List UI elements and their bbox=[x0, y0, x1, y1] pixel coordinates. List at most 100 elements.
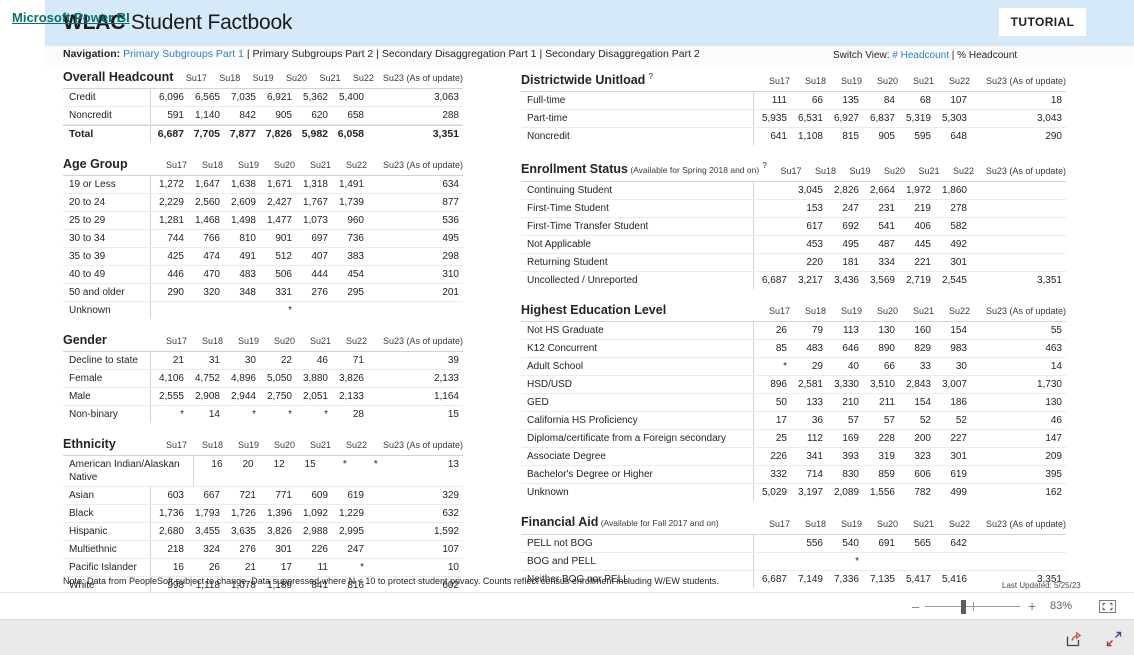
table-row[interactable]: First-Time Student 153 247 231 219 278 bbox=[521, 200, 1066, 219]
cell-su22: * bbox=[373, 459, 378, 470]
table-row[interactable]: Credit 6,096 6,565 7,035 6,921 5,362 5,400 3,06… bbox=[63, 89, 463, 107]
tutorial-button[interactable]: TUTORIAL bbox=[999, 8, 1086, 36]
cell-su21: 226 bbox=[311, 544, 328, 555]
table-row[interactable]: Unknown 5,029 3,197 2,089 1,556 782 499 162 bbox=[521, 484, 1066, 502]
table-row[interactable]: Decline to state 21 31 30 22 46 71 39 bbox=[63, 352, 463, 370]
table-row[interactable]: Part-time 5,935 6,531 6,927 6,837 5,319 5,303 3… bbox=[521, 110, 1066, 129]
cell-su17: 6,687 bbox=[761, 574, 787, 586]
cell-su17: 4,106 bbox=[158, 373, 184, 384]
cell-su18 bbox=[790, 553, 826, 557]
cell-su18: 474 bbox=[203, 251, 220, 262]
zoom-slider-thumb[interactable] bbox=[961, 600, 966, 614]
table-row[interactable]: Pacific Islander 16 26 21 17 11 * 10 bbox=[63, 559, 463, 577]
fullscreen-icon[interactable] bbox=[1105, 630, 1123, 648]
cell-su22: 736 bbox=[347, 233, 364, 244]
switch-view-number-headcount[interactable]: # Headcount bbox=[892, 50, 949, 61]
table-row[interactable]: Noncredit 591 1,140 842 905 620 658 288 bbox=[63, 107, 463, 125]
table-row[interactable]: 25 to 29 1,281 1,468 1,498 1,477 1,073 960 536 bbox=[63, 212, 463, 230]
table-row[interactable]: Multiethnic 218 324 276 301 226 247 107 bbox=[63, 541, 463, 559]
cell-su23: 3,043 bbox=[1036, 113, 1062, 125]
row-label: Associate Degree bbox=[521, 448, 754, 466]
table-age-group: Age Group Su17 Su18 Su19 Su20 Su21 Su22 Su23 (A… bbox=[63, 157, 463, 319]
cell-su20: 1,556 bbox=[869, 487, 895, 499]
switch-view-percent-headcount[interactable]: % Headcount bbox=[957, 50, 1017, 61]
cell-su20: 7,826 bbox=[265, 128, 292, 140]
table-row[interactable]: Uncollected / Unreported 6,687 3,217 3,436 3… bbox=[521, 272, 1066, 290]
table-row[interactable]: HSD/USD 896 2,581 3,330 3,510 2,843 3,007 1,730 bbox=[521, 376, 1066, 395]
table-row[interactable]: First-Time Transfer Student 617 692 541 406 5… bbox=[521, 218, 1066, 237]
table-row[interactable]: Adult School * 29 40 66 33 30 14 bbox=[521, 358, 1066, 377]
table-row[interactable]: Not Applicable 453 495 487 445 492 bbox=[521, 236, 1066, 255]
nav-link-primary-subgroups-part-2[interactable]: Primary Subgroups Part 2 bbox=[252, 48, 373, 60]
cell-su19: 276 bbox=[239, 544, 256, 555]
nav-link-secondary-disaggregation-part-1[interactable]: Secondary Disaggregation Part 1 bbox=[382, 48, 537, 60]
table-row[interactable]: Male 2,555 2,908 2,944 2,750 2,051 2,133 1,164 bbox=[63, 388, 463, 406]
table-row[interactable]: Unknown * bbox=[63, 302, 463, 319]
cell-su23: 536 bbox=[442, 215, 459, 226]
table-row[interactable]: Diploma/certificate from a Foreign secon… bbox=[521, 430, 1066, 449]
table-row[interactable]: PELL not BOG 556 540 691 565 642 bbox=[521, 535, 1066, 554]
nav-sep-2: | bbox=[373, 48, 382, 60]
nav-sep-3: | bbox=[536, 48, 546, 60]
table-row[interactable]: GED 50 133 210 211 154 186 130 bbox=[521, 394, 1066, 413]
cell-su23: 310 bbox=[442, 269, 459, 280]
footnote: Note: Data from PeopleSoft subject to ch… bbox=[63, 576, 719, 586]
cell-su18: 1,468 bbox=[194, 215, 220, 226]
cell-su21: 697 bbox=[311, 233, 328, 244]
nav-link-secondary-disaggregation-part-2[interactable]: Secondary Disaggregation Part 2 bbox=[545, 48, 700, 60]
table-row[interactable]: Non-binary * 14 * * * 28 15 bbox=[63, 406, 463, 423]
nav-link-primary-subgroups-part-1[interactable]: Primary Subgroups Part 1 bbox=[123, 48, 244, 60]
table-row[interactable]: 30 to 34 744 766 810 901 697 736 495 bbox=[63, 230, 463, 248]
cell-su20: 1,671 bbox=[266, 179, 292, 190]
fit-to-page-icon[interactable] bbox=[1099, 600, 1116, 613]
cell-su21: 221 bbox=[914, 257, 931, 269]
row-label: Multiethnic bbox=[63, 541, 151, 558]
table-row[interactable]: Asian 603 667 721 771 609 619 329 bbox=[63, 487, 463, 505]
table-row[interactable]: 35 to 39 425 474 491 512 407 383 298 bbox=[63, 248, 463, 266]
cell-su22: 2,995 bbox=[338, 526, 364, 537]
cell-su21: 33 bbox=[919, 361, 931, 373]
table-row[interactable]: Returning Student 220 181 334 221 301 bbox=[521, 254, 1066, 273]
table-row[interactable]: Hispanic 2,680 3,455 3,635 3,826 2,988 2,995 1,… bbox=[63, 523, 463, 541]
cell-su22: 1,860 bbox=[941, 185, 967, 197]
table-row[interactable]: Total 6,687 7,705 7,877 7,826 5,982 6,058 3,351 bbox=[63, 125, 463, 143]
cell-su21: 219 bbox=[914, 203, 931, 215]
help-icon[interactable]: ? bbox=[648, 72, 653, 81]
share-icon[interactable] bbox=[1065, 630, 1083, 648]
table-subtitle: (Available for Spring 2018 and on) bbox=[627, 165, 760, 176]
cell-su20: 22 bbox=[280, 355, 292, 366]
table-row[interactable]: American Indian/Alaskan Native 16 20 12 15 * *… bbox=[63, 456, 463, 487]
table-row[interactable]: California HS Proficiency 17 36 57 57 52 52 46 bbox=[521, 412, 1066, 431]
powerbi-logo-link[interactable]: Microsoft Power BI bbox=[12, 10, 130, 25]
cell-su23: 39 bbox=[447, 355, 459, 366]
cell-su17: 332 bbox=[770, 469, 787, 481]
table-row[interactable]: Continuing Student 3,045 2,826 2,664 1,972 1,… bbox=[521, 182, 1066, 201]
cell-su20: 3,510 bbox=[869, 379, 895, 391]
row-label: Not HS Graduate bbox=[521, 322, 754, 340]
zoom-in-button[interactable]: + bbox=[1028, 599, 1036, 613]
cell-su21: 2,843 bbox=[905, 379, 931, 391]
table-row[interactable]: Not HS Graduate 26 79 113 130 160 154 55 bbox=[521, 322, 1066, 341]
table-row[interactable]: 40 to 49 446 470 483 506 444 454 310 bbox=[63, 266, 463, 284]
table-row[interactable]: Full-time 111 66 135 84 68 107 18 bbox=[521, 92, 1066, 111]
table-row[interactable]: Black 1,736 1,793 1,726 1,396 1,092 1,229 632 bbox=[63, 505, 463, 523]
column-header-su23: Su23 (As of update) bbox=[985, 76, 1066, 87]
table-row[interactable]: Bachelor's Degree or Higher 332 714 830 859 6… bbox=[521, 466, 1066, 485]
switch-view-label: Switch View: bbox=[833, 50, 890, 61]
cell-su21: 444 bbox=[311, 269, 328, 280]
zoom-out-button[interactable]: – bbox=[912, 600, 919, 613]
cell-su22: 642 bbox=[950, 538, 967, 550]
table-row[interactable]: 19 or Less 1,272 1,647 1,638 1,671 1,318 1,491… bbox=[63, 176, 463, 194]
table-row[interactable]: Noncredit 641 1,108 815 905 595 648 290 bbox=[521, 128, 1066, 146]
cell-su17: 425 bbox=[167, 251, 184, 262]
cell-su23: 877 bbox=[442, 197, 459, 208]
table-row[interactable]: Associate Degree 226 341 393 319 323 301 209 bbox=[521, 448, 1066, 467]
table-row[interactable]: 50 and older 290 320 348 331 276 295 201 bbox=[63, 284, 463, 302]
table-row[interactable]: K12 Concurrent 85 483 646 890 829 983 463 bbox=[521, 340, 1066, 359]
table-row[interactable]: 20 to 24 2,229 2,560 2,609 2,427 1,767 1,739 87… bbox=[63, 194, 463, 212]
cell-su23 bbox=[970, 182, 1066, 186]
table-row[interactable]: BOG and PELL * bbox=[521, 553, 1066, 572]
column-header-su19: Su19 bbox=[252, 73, 274, 83]
cell-su19: 30 bbox=[244, 355, 256, 366]
table-row[interactable]: Female 4,106 4,752 4,896 5,050 3,880 3,826 2,13… bbox=[63, 370, 463, 388]
